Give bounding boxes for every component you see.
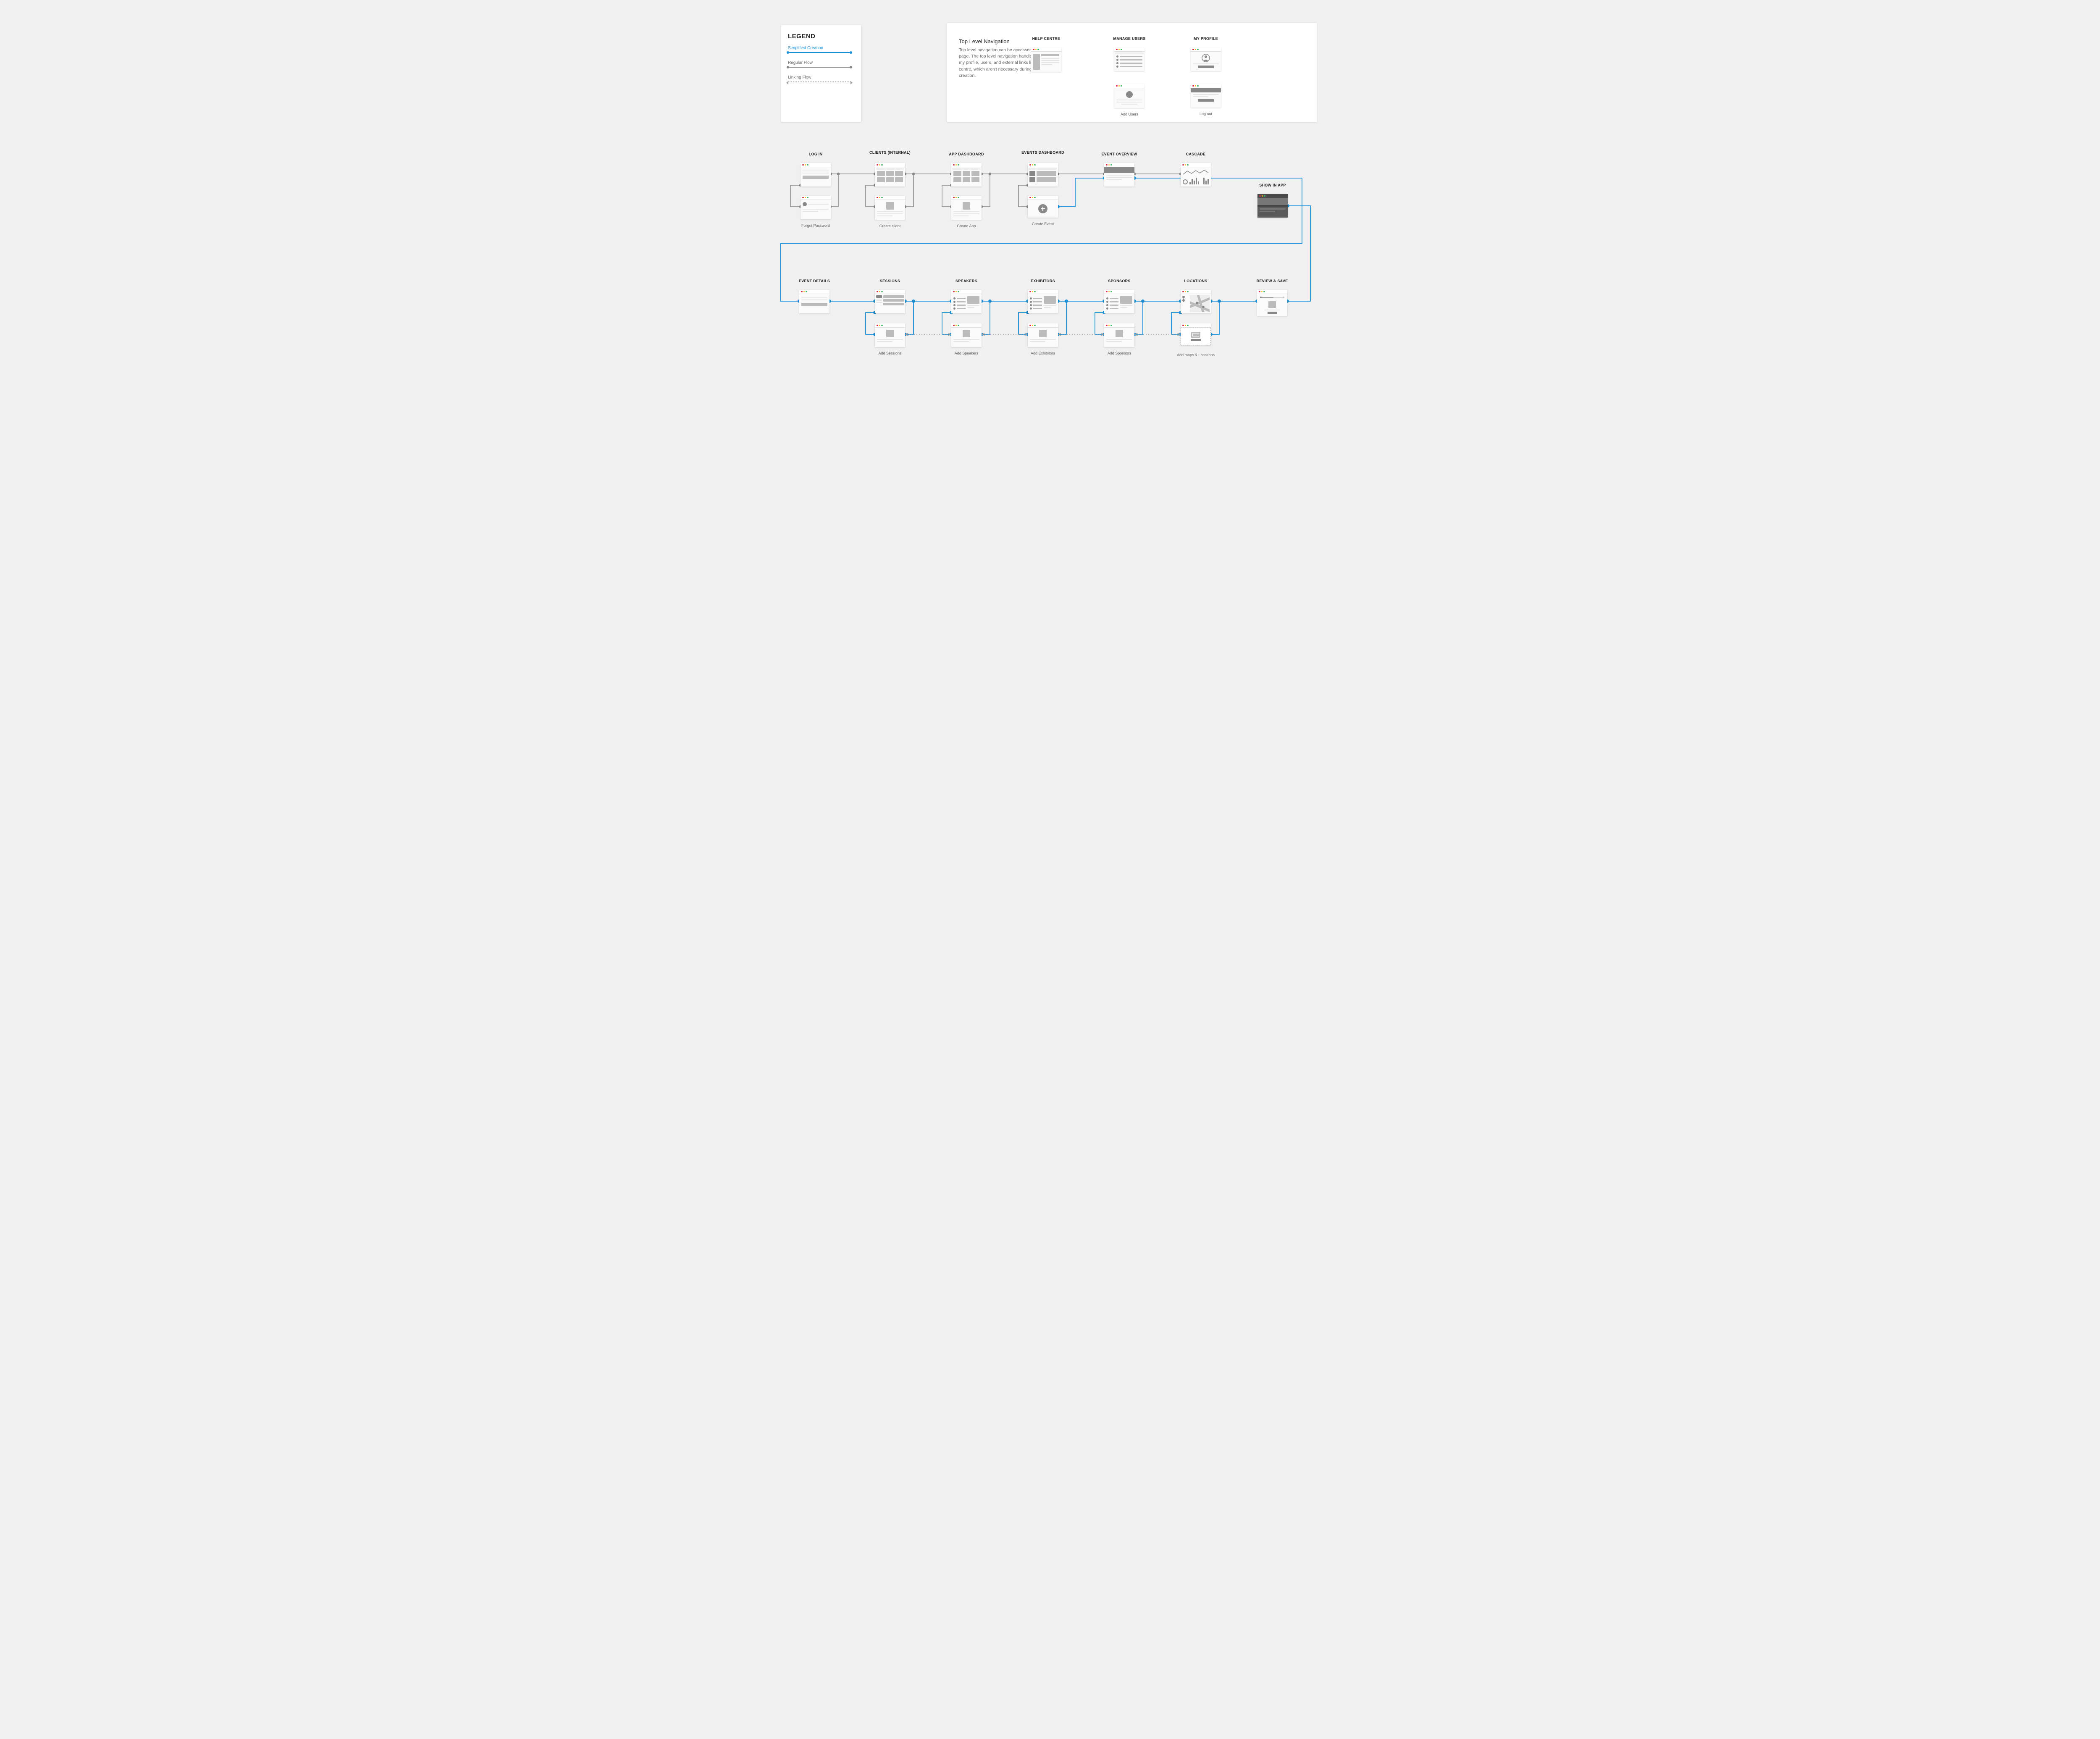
legend-title: LEGEND [788, 33, 854, 40]
wf-clients: CLIENTS (INTERNAL) [875, 163, 905, 187]
wf-sessions: SESSIONS [875, 290, 905, 313]
wf-events-dashboard: EVENTS DASHBOARD [1028, 163, 1058, 187]
wf-sponsors: SPONSORS [1104, 290, 1134, 313]
wf-forgot-password: Forgot Password [801, 196, 831, 219]
wf-exhibitors-title: EXHIBITORS [1013, 279, 1072, 283]
wf-cascade-title: CASCADE [1166, 152, 1225, 156]
wf-help-centre-title: HELP CENTRE [1017, 37, 1076, 41]
wf-manage-users: MANAGE USERS [1114, 47, 1144, 71]
wf-create-event-sub: Create Event [1013, 222, 1072, 226]
flow-stage: LEGEND Simplified Creation Regular Flow … [764, 0, 1336, 386]
wf-add-speakers: Add Speakers [951, 323, 982, 347]
wf-log-in-title: LOG IN [786, 152, 845, 156]
wf-speakers: SPEAKERS [951, 290, 982, 313]
legend-panel: LEGEND Simplified Creation Regular Flow … [781, 25, 861, 122]
wf-clients-title: CLIENTS (INTERNAL) [861, 150, 919, 155]
wf-event-details-title: EVENT DETAILS [785, 279, 844, 283]
wf-my-profile-title: MY PROFILE [1176, 37, 1235, 41]
wf-create-client: Create client [875, 196, 905, 220]
wf-exhibitors: EXHIBITORS [1028, 290, 1058, 313]
wf-add-locations: Add maps & Locations [1181, 323, 1211, 345]
wf-add-locations-sub: Add maps & Locations [1166, 353, 1225, 357]
wf-cascade: CASCADE [1181, 163, 1211, 187]
wf-add-exhibitors: Add Exhibitors [1028, 323, 1058, 347]
wf-sessions-title: SESSIONS [861, 279, 919, 283]
wf-create-app: Create App [951, 196, 982, 220]
wf-create-event: Create Event [1028, 196, 1058, 218]
legend-regular-label: Regular Flow [788, 60, 854, 65]
wf-events-dashboard-title: EVENTS DASHBOARD [1013, 150, 1072, 155]
wf-app-dashboard: APP DASHBOARD [951, 163, 982, 187]
wf-review-save: REVIEW & SAVE [1257, 290, 1287, 316]
wf-show-in-app-title: SHOW IN APP [1243, 183, 1302, 187]
wf-manage-users-title: MANAGE USERS [1100, 37, 1159, 41]
wf-add-sessions: Add Sessions [875, 323, 905, 347]
wf-add-exhibitors-sub: Add Exhibitors [1013, 351, 1072, 355]
wf-help-centre: HELP CENTRE [1031, 47, 1061, 72]
wf-app-dashboard-title: APP DASHBOARD [937, 152, 996, 156]
wf-sponsors-title: SPONSORS [1090, 279, 1149, 283]
wf-add-sponsors: Add Sponsors [1104, 323, 1134, 347]
plus-icon [1038, 204, 1047, 213]
legend-simplified-label: Simplified Creation [788, 46, 854, 50]
wf-speakers-title: SPEAKERS [937, 279, 996, 283]
wf-create-app-sub: Create App [937, 224, 996, 228]
wf-add-users-sub: Add Users [1100, 112, 1159, 116]
wf-event-overview-title: EVENT OVERVIEW [1090, 152, 1149, 156]
wf-add-sessions-sub: Add Sessions [861, 351, 919, 355]
wf-forgot-password-sub: Forgot Password [786, 223, 845, 228]
wf-locations: LOCATIONS [1181, 290, 1211, 313]
wf-create-client-sub: Create client [861, 224, 919, 228]
wf-log-in: LOG IN [801, 163, 831, 187]
wf-event-details: EVENT DETAILS [799, 290, 830, 313]
wf-log-out-sub: Log out [1176, 112, 1235, 116]
wf-add-speakers-sub: Add Speakers [937, 351, 996, 355]
wf-add-users: Add Users [1114, 84, 1144, 108]
wf-review-save-title: REVIEW & SAVE [1243, 279, 1302, 283]
wf-event-overview: EVENT OVERVIEW [1104, 163, 1134, 187]
wf-log-out: Log out [1191, 84, 1221, 108]
wf-add-sponsors-sub: Add Sponsors [1090, 351, 1149, 355]
wf-my-profile: MY PROFILE [1191, 47, 1221, 71]
wf-locations-title: LOCATIONS [1166, 279, 1225, 283]
wf-show-in-app: SHOW IN APP [1257, 194, 1288, 218]
legend-linking-label: Linking Flow [788, 75, 854, 80]
